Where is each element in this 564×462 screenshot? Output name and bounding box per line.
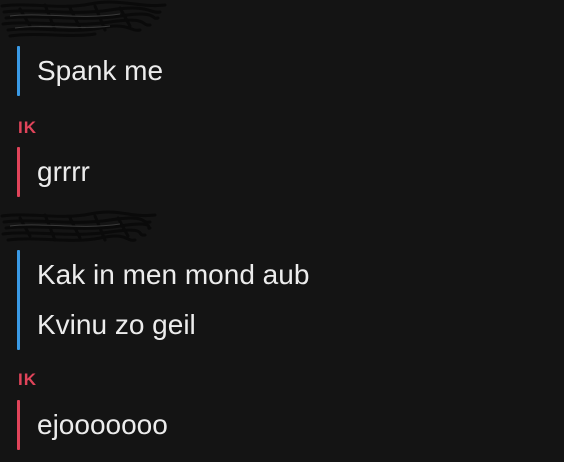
message-text[interactable]: ejooooooo bbox=[17, 400, 537, 450]
sender-name-me: IK bbox=[18, 118, 37, 137]
message-text[interactable]: grrrr bbox=[17, 147, 537, 197]
message-text[interactable]: Spank me bbox=[17, 46, 537, 96]
scribble-redaction bbox=[0, 0, 167, 38]
message-group: Spank me bbox=[17, 46, 537, 96]
message-group: Kak in men mond aub Kvinu zo geil bbox=[17, 250, 537, 350]
message-group: grrrr bbox=[17, 147, 537, 197]
chat-transcript: Spank me IK grrrr Kak in men mond aub Kv… bbox=[0, 0, 564, 462]
message-group: ejooooooo bbox=[17, 400, 537, 450]
redacted-sender-name bbox=[0, 208, 160, 248]
scribble-redaction bbox=[0, 210, 157, 242]
message-text[interactable]: Kvinu zo geil bbox=[17, 300, 537, 350]
redacted-sender-name bbox=[0, 0, 170, 40]
message-text[interactable]: Kak in men mond aub bbox=[17, 250, 537, 300]
sender-name-me: IK bbox=[18, 370, 37, 389]
